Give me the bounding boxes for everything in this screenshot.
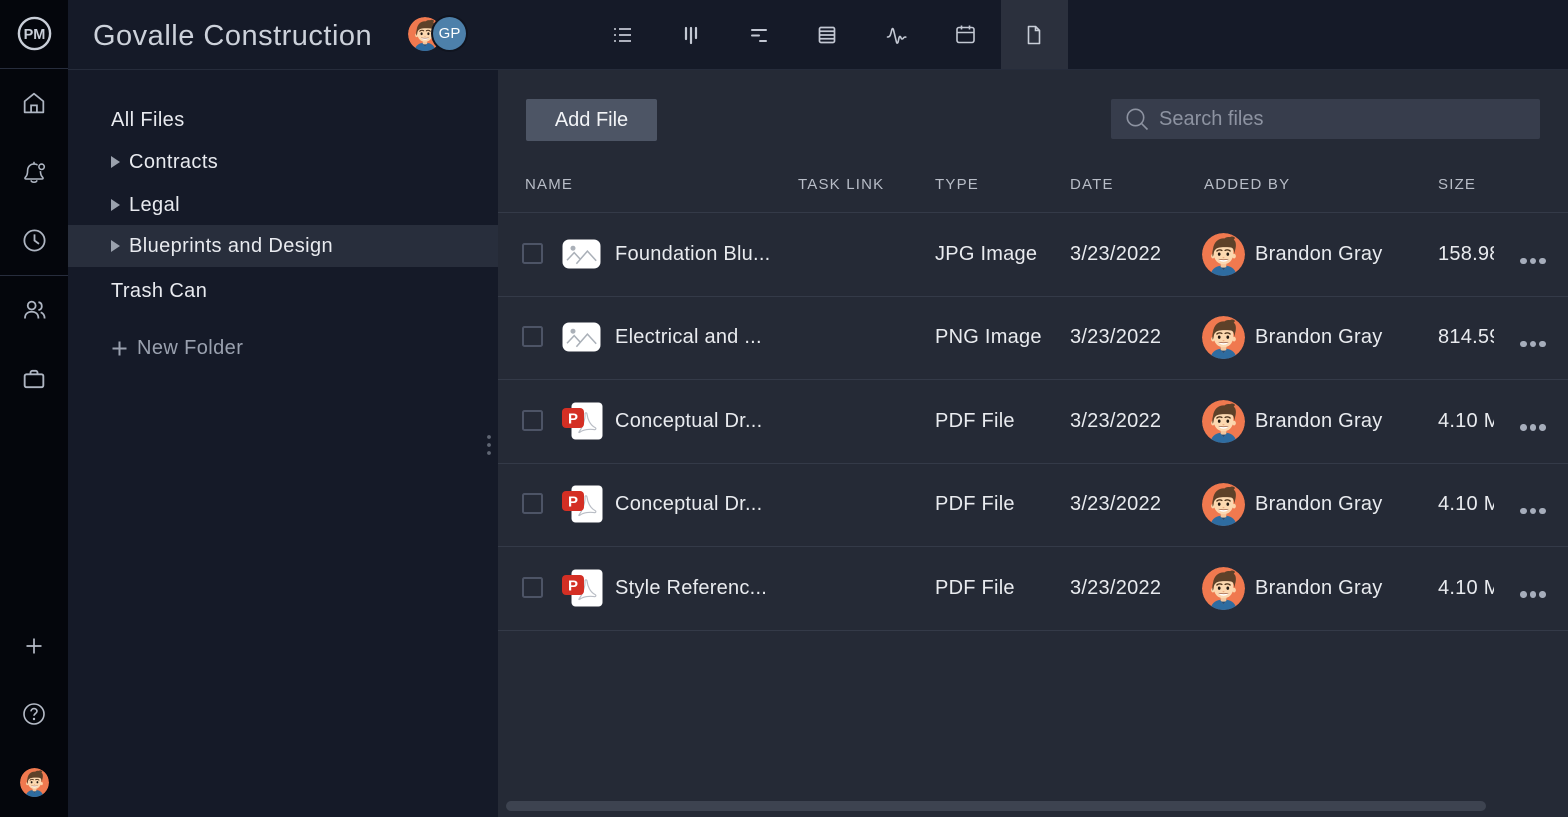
svg-text:P: P <box>568 494 578 511</box>
svg-text:P: P <box>568 577 578 594</box>
svg-text:P: P <box>568 410 578 427</box>
svg-text:PM: PM <box>23 27 45 43</box>
